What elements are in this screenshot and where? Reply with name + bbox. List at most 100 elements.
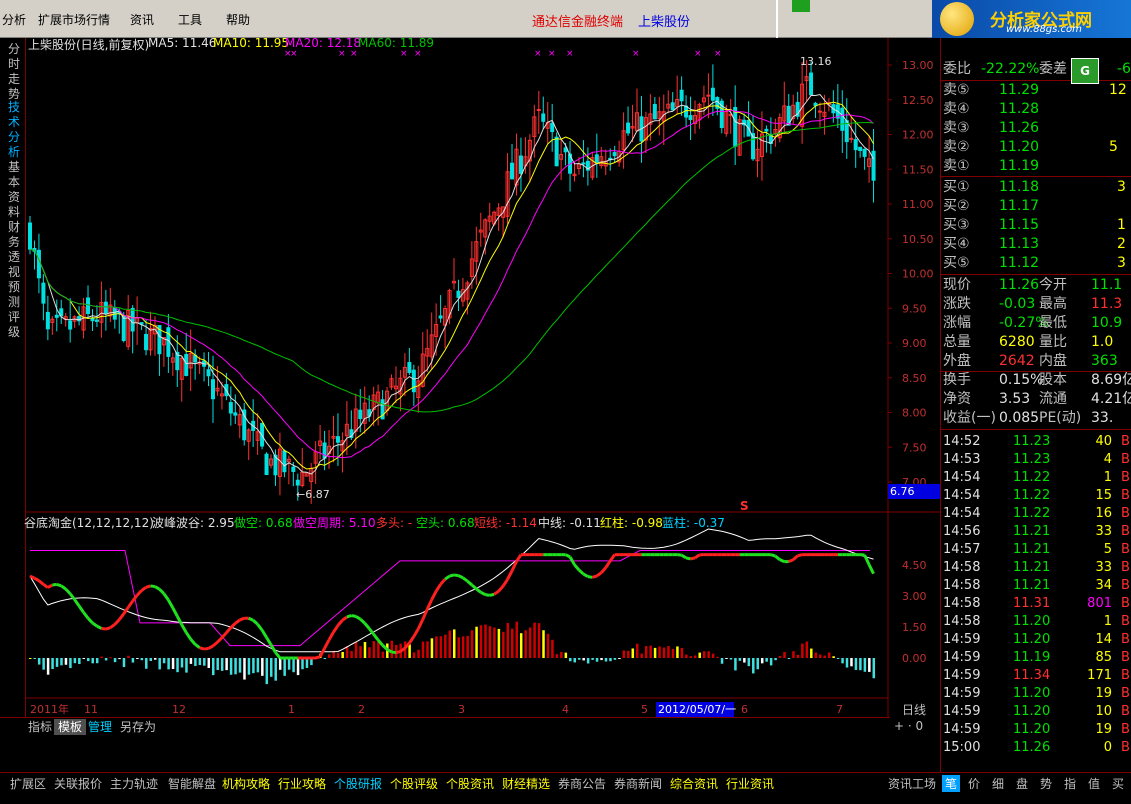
- tick-price: 11.22: [1013, 488, 1051, 503]
- candle-body: [550, 122, 555, 133]
- arrow-icon[interactable]: [792, 0, 810, 12]
- tick-row: 14:59 11.20 19 B: [941, 684, 1131, 703]
- indicator-button[interactable]: 指标: [24, 719, 56, 735]
- sell-level-label: 卖⑤: [943, 82, 970, 98]
- indicator-bar: [573, 658, 577, 663]
- tick-time: 14:57: [943, 542, 981, 557]
- indicator-bar: [412, 652, 416, 658]
- bottom-tab[interactable]: 机构攻略: [222, 775, 270, 792]
- stat-value: 1.0: [1091, 334, 1114, 350]
- right-tab[interactable]: 买: [1112, 775, 1124, 792]
- tick-price: 11.20: [1013, 632, 1051, 647]
- tick-side-icon: B: [1121, 614, 1130, 629]
- indicator-bar: [287, 658, 291, 670]
- date-axis-label: 6: [741, 703, 748, 716]
- bottom-tab[interactable]: 个股资讯: [446, 775, 494, 792]
- menu-tools[interactable]: 工具: [178, 11, 202, 28]
- indicator-trend-segment: [47, 583, 54, 589]
- save-as-button[interactable]: 另存为: [116, 719, 160, 735]
- tick-side-icon: B: [1121, 524, 1130, 539]
- tick-volume: 85: [1095, 650, 1112, 665]
- bottom-tab[interactable]: 行业资讯: [726, 775, 774, 792]
- candle-body: [41, 282, 46, 304]
- stat-label: 流通: [1039, 391, 1067, 407]
- indicator-trend-segment: [150, 584, 156, 589]
- menu-news[interactable]: 资讯: [130, 11, 154, 28]
- indicator-bar: [350, 651, 353, 658]
- indicator-trend-segment: [216, 636, 223, 644]
- zoom-controls[interactable]: + · 0: [894, 719, 923, 733]
- tick-price: 11.22: [1013, 506, 1051, 521]
- right-tab[interactable]: 势: [1040, 775, 1052, 792]
- indicator-bar: [618, 658, 621, 659]
- bottom-tab[interactable]: 个股评级: [390, 775, 438, 792]
- refresh-icon[interactable]: G: [1071, 58, 1099, 84]
- indicator-bar: [801, 643, 804, 658]
- candle-body: [670, 102, 675, 111]
- indicator-trend-segment: [225, 626, 232, 634]
- stat-value: 3.53: [999, 391, 1031, 407]
- bottom-tab[interactable]: 主力轨迹: [110, 775, 158, 792]
- indicator-trend-segment: [323, 639, 331, 649]
- stat-label: 外盘: [943, 353, 971, 369]
- stat-label: 涨幅: [943, 315, 971, 331]
- price-axis-tick: 10.00: [902, 268, 934, 281]
- indicator-bar: [872, 658, 876, 679]
- bottom-tab[interactable]: 个股研报: [334, 775, 382, 792]
- kline-chart[interactable]: 13.0012.5012.0011.5011.0010.5010.009.509…: [0, 38, 940, 718]
- indicator-bar: [814, 652, 818, 658]
- bottom-tab[interactable]: 智能解盘: [168, 775, 216, 792]
- indicator-bar: [180, 658, 184, 668]
- indicator-trend-segment: [274, 651, 282, 659]
- indicator-bar: [863, 658, 867, 672]
- right-tab[interactable]: 细: [992, 775, 1004, 792]
- bottom-tab[interactable]: 关联报价: [54, 775, 102, 792]
- right-tab[interactable]: 笔: [942, 775, 961, 792]
- indicator-bar: [211, 658, 215, 676]
- candle-body: [295, 479, 300, 486]
- right-tab[interactable]: 资讯工场: [888, 775, 936, 792]
- bottom-tab[interactable]: 券商新闻: [614, 775, 662, 792]
- menu-bar: 分析 扩展市场行情 资讯 工具 帮助 通达信金融终端 上柴股份 分析家公式网 w…: [0, 0, 1131, 38]
- manage-button[interactable]: 管理: [84, 719, 116, 735]
- right-tab[interactable]: 指: [1064, 775, 1076, 792]
- indicator-trend-segment: [77, 605, 85, 614]
- indicator-bar: [868, 658, 871, 672]
- indicator-bar: [167, 658, 170, 670]
- indicator-bar: [252, 658, 255, 674]
- template-button[interactable]: 模板: [54, 719, 87, 735]
- menu-help[interactable]: 帮助: [226, 11, 250, 28]
- menu-extended-market[interactable]: 扩展市场行情: [38, 11, 110, 28]
- menu-analysis[interactable]: 分析: [2, 11, 26, 28]
- right-tab[interactable]: 价: [968, 775, 980, 792]
- price-axis-tick: 9.50: [902, 302, 927, 315]
- bottom-tab[interactable]: 行业攻略: [278, 775, 326, 792]
- right-tab[interactable]: 盘: [1016, 775, 1028, 792]
- tick-volume: 15: [1095, 488, 1112, 503]
- stat-label: 换手: [943, 372, 971, 388]
- indicator-trend-segment: [690, 556, 696, 561]
- logo-url: www.88gs.com: [1006, 24, 1082, 35]
- bottom-tab[interactable]: 券商公告: [558, 775, 606, 792]
- tick-time: 14:59: [943, 686, 981, 701]
- indicator-trend-segment: [212, 641, 219, 648]
- indicator-trend-segment: [368, 627, 375, 636]
- indicator-bar: [265, 658, 269, 685]
- bottom-tab[interactable]: 扩展区: [10, 775, 46, 792]
- indicator-trend-segment: [591, 574, 598, 579]
- period-label[interactable]: 日线: [902, 701, 926, 718]
- indicator-bar: [225, 658, 228, 671]
- bottom-tab[interactable]: 综合资讯: [670, 775, 718, 792]
- indicator-bar: [127, 655, 130, 658]
- tick-side-icon: B: [1121, 596, 1130, 611]
- indicator-trend-segment: [332, 624, 340, 633]
- right-tab[interactable]: 值: [1088, 775, 1100, 792]
- tick-volume: 33: [1095, 524, 1112, 539]
- tick-row: 14:58 11.21 33 B: [941, 558, 1131, 577]
- divider: [941, 429, 1131, 430]
- tick-row: 15:00 11.26 0 B: [941, 738, 1131, 757]
- tick-row: 14:54 11.22 1 B: [941, 468, 1131, 487]
- indicator-trend-segment: [797, 553, 803, 558]
- candle-body: [510, 162, 515, 180]
- bottom-tab[interactable]: 财经精选: [502, 775, 550, 792]
